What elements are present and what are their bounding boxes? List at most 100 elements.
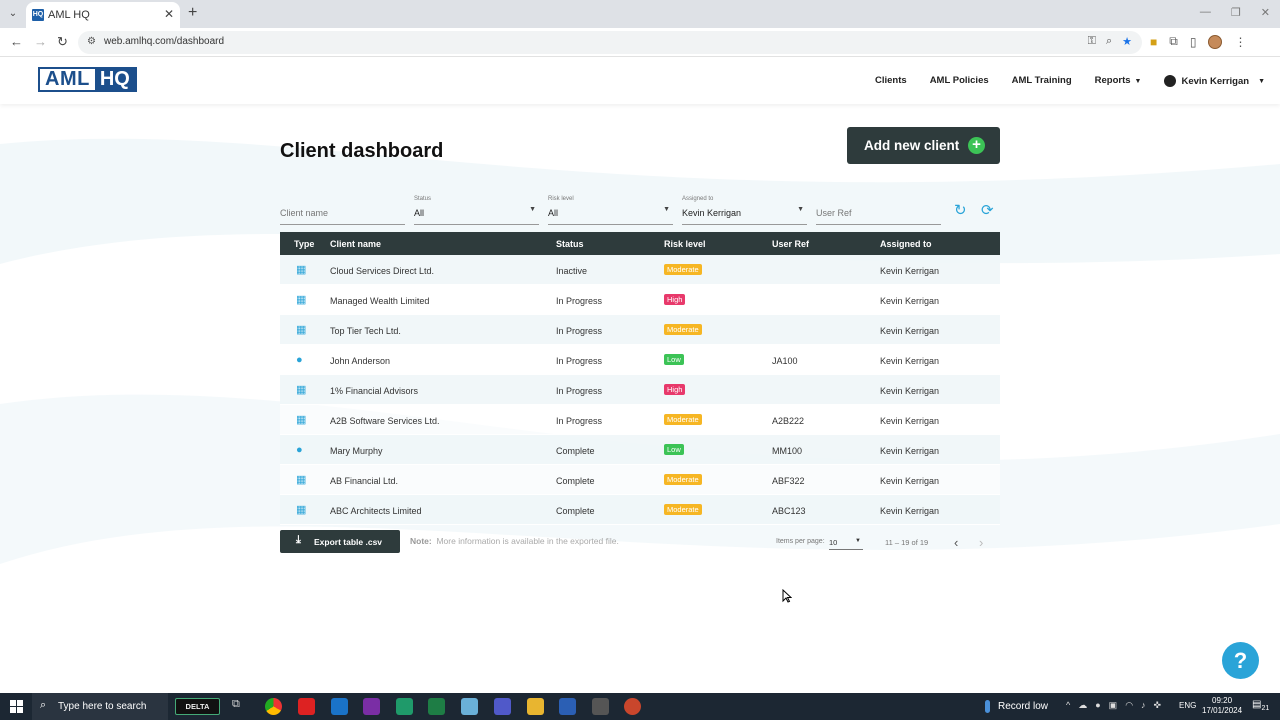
status-cell: Inactive	[556, 266, 588, 276]
weather-widget[interactable]: Record low	[985, 700, 1048, 713]
caret-down-icon: ▼	[663, 206, 670, 213]
user-menu[interactable]: Kevin Kerrigan ▼	[1164, 75, 1265, 87]
client-name-cell[interactable]: Cloud Services Direct Ltd.	[330, 266, 434, 276]
assigned-to-filter[interactable]: Assigned to Kevin Kerrigan ▼	[682, 196, 807, 225]
password-key-icon[interactable]: ⚿	[1088, 35, 1096, 48]
user-ref-cell: ABF322	[772, 476, 805, 486]
page-title: Client dashboard	[280, 140, 444, 162]
table-row[interactable]: ▦ 1% Financial Advisors In Progress High Kev…	[280, 375, 1000, 405]
client-name-cell[interactable]: ABC Architects Limited	[330, 506, 422, 516]
client-name-cell[interactable]: 1% Financial Advisors	[330, 386, 418, 396]
browser-toolbar: ← → ↻ ⚙ web.amlhq.com/dashboard ⚿ ⌕ ★ ■ …	[0, 28, 1280, 57]
chevron-up-icon[interactable]: ^	[1066, 700, 1070, 711]
side-panel-icon[interactable]: ▯	[1190, 35, 1197, 49]
forward-icon[interactable]: →	[34, 34, 47, 49]
status-cell: In Progress	[556, 356, 603, 366]
client-name-filter[interactable]: Client name	[280, 196, 405, 225]
app-icon[interactable]	[461, 698, 478, 715]
prev-page-icon[interactable]: ‹	[954, 535, 958, 550]
minimize-icon[interactable]: —	[1200, 6, 1211, 19]
system-tray: ^ ☁ ● ▣ ◠ ♪ ✜	[1066, 700, 1161, 711]
back-icon[interactable]: ←	[10, 34, 23, 49]
microphone-icon[interactable]: ●	[1095, 700, 1100, 711]
add-new-client-button[interactable]: Add new client +	[847, 127, 1000, 164]
project-icon[interactable]	[396, 698, 413, 715]
client-name-cell[interactable]: Managed Wealth Limited	[330, 296, 429, 306]
table-row[interactable]: ● John Anderson In Progress Low JA100 Kevin K…	[280, 345, 1000, 375]
amlhq-logo[interactable]: AML HQ	[38, 67, 137, 92]
caret-down-icon: ▼	[1134, 78, 1142, 85]
notification-center-icon[interactable]: ▤21	[1252, 699, 1269, 712]
bookmark-star-icon[interactable]: ★	[1122, 35, 1132, 48]
chrome-icon[interactable]	[265, 698, 282, 715]
volume-icon[interactable]: ♪	[1141, 700, 1146, 711]
sync-icon[interactable]: ⟳	[981, 201, 994, 219]
client-name-cell[interactable]: Mary Murphy	[330, 446, 383, 456]
extension-icon[interactable]: ■	[1150, 35, 1157, 49]
app-tray-icon[interactable]: ✜	[1154, 700, 1162, 711]
browser-tab[interactable]: HQ AML HQ ✕	[26, 2, 180, 28]
assigned-to-cell: Kevin Kerrigan	[880, 326, 940, 336]
table-row[interactable]: ▦ Cloud Services Direct Ltd. Inactive Moder…	[280, 255, 1000, 285]
nav-reports[interactable]: Reports ▼	[1095, 75, 1142, 87]
task-view-icon[interactable]: ⧉	[232, 698, 249, 715]
excel-icon[interactable]	[428, 698, 445, 715]
client-name-cell[interactable]: A2B Software Services Ltd.	[330, 416, 440, 426]
wifi-icon[interactable]: ◠	[1125, 700, 1133, 711]
items-per-page-select[interactable]: 10 ▼	[829, 534, 863, 550]
table-row[interactable]: ▦ Managed Wealth Limited In Progress High Ke…	[280, 285, 1000, 315]
nav-clients[interactable]: Clients	[875, 75, 907, 87]
assigned-to-cell: Kevin Kerrigan	[880, 416, 940, 426]
table-row[interactable]: ▦ AB Financial Ltd. Complete Moderate ABF322…	[280, 465, 1000, 495]
calculator-icon[interactable]	[592, 698, 609, 715]
help-button[interactable]: ?	[1222, 642, 1259, 679]
site-info-icon[interactable]: ⚙	[87, 36, 96, 47]
status-cell: In Progress	[556, 296, 603, 306]
reload-icon[interactable]: ↻	[57, 34, 68, 50]
extensions-puzzle-icon[interactable]: ⧉	[1169, 34, 1178, 49]
table-row[interactable]: ▦ ABC Architects Limited Complete Moderate A…	[280, 495, 1000, 525]
close-window-icon[interactable]: ✕	[1261, 6, 1270, 19]
client-name-cell[interactable]: AB Financial Ltd.	[330, 476, 398, 486]
network-icon[interactable]: ▣	[1109, 700, 1118, 711]
risk-level-filter[interactable]: Risk level All ▼	[548, 196, 673, 225]
powerpoint-icon[interactable]	[624, 698, 641, 715]
file-explorer-icon[interactable]	[527, 698, 544, 715]
onedrive-icon[interactable]: ☁	[1078, 700, 1087, 711]
nav-aml-policies[interactable]: AML Policies	[930, 75, 989, 87]
url-text[interactable]: web.amlhq.com/dashboard	[104, 36, 224, 47]
risk-badge: Moderate	[664, 264, 702, 275]
export-csv-button[interactable]: ⤓ Export table .csv	[280, 530, 400, 553]
profile-avatar[interactable]	[1208, 34, 1223, 49]
delta-app[interactable]: DELTA	[175, 698, 220, 715]
outlook-icon[interactable]	[331, 698, 348, 715]
refresh-icon[interactable]: ↻	[954, 201, 967, 219]
new-tab-button[interactable]: +	[188, 4, 197, 22]
taskbar-search[interactable]: ⌕ Type here to search	[32, 693, 168, 720]
restore-icon[interactable]: ❐	[1231, 6, 1241, 19]
close-tab-icon[interactable]: ✕	[164, 7, 174, 21]
table-row[interactable]: ▦ Top Tier Tech Ltd. In Progress Moderate Ke…	[280, 315, 1000, 345]
word-icon[interactable]	[559, 698, 576, 715]
main-nav: Clients AML Policies AML Training Report…	[875, 75, 1265, 87]
clock[interactable]: 09:20 17/01/2024	[1202, 696, 1242, 716]
user-ref-filter[interactable]: User Ref	[816, 196, 941, 225]
address-bar[interactable]: ⚙ web.amlhq.com/dashboard ⚿ ⌕ ★	[78, 31, 1142, 54]
tab-search-button[interactable]: ⌄	[4, 5, 22, 23]
nav-aml-training[interactable]: AML Training	[1012, 75, 1072, 87]
teams-icon[interactable]	[494, 698, 511, 715]
acrobat-icon[interactable]	[298, 698, 315, 715]
status-filter[interactable]: Status All ▼	[414, 196, 539, 225]
onenote-icon[interactable]	[363, 698, 380, 715]
tab-title: AML HQ	[48, 9, 90, 21]
client-name-cell[interactable]: John Anderson	[330, 356, 390, 366]
menu-dots-icon[interactable]: ⋮	[1234, 35, 1246, 49]
table-row[interactable]: ● Mary Murphy Complete Low MM100 Kevin Kerrig…	[280, 435, 1000, 465]
windows-start-icon[interactable]	[10, 700, 23, 713]
table-row[interactable]: ▦ A2B Software Services Ltd. In Progress Mo…	[280, 405, 1000, 435]
next-page-icon[interactable]: ›	[979, 535, 983, 550]
language-indicator[interactable]: ENG	[1179, 701, 1196, 710]
user-ref-cell: A2B222	[772, 416, 805, 426]
zoom-icon[interactable]: ⌕	[1106, 35, 1112, 48]
client-name-cell[interactable]: Top Tier Tech Ltd.	[330, 326, 401, 336]
